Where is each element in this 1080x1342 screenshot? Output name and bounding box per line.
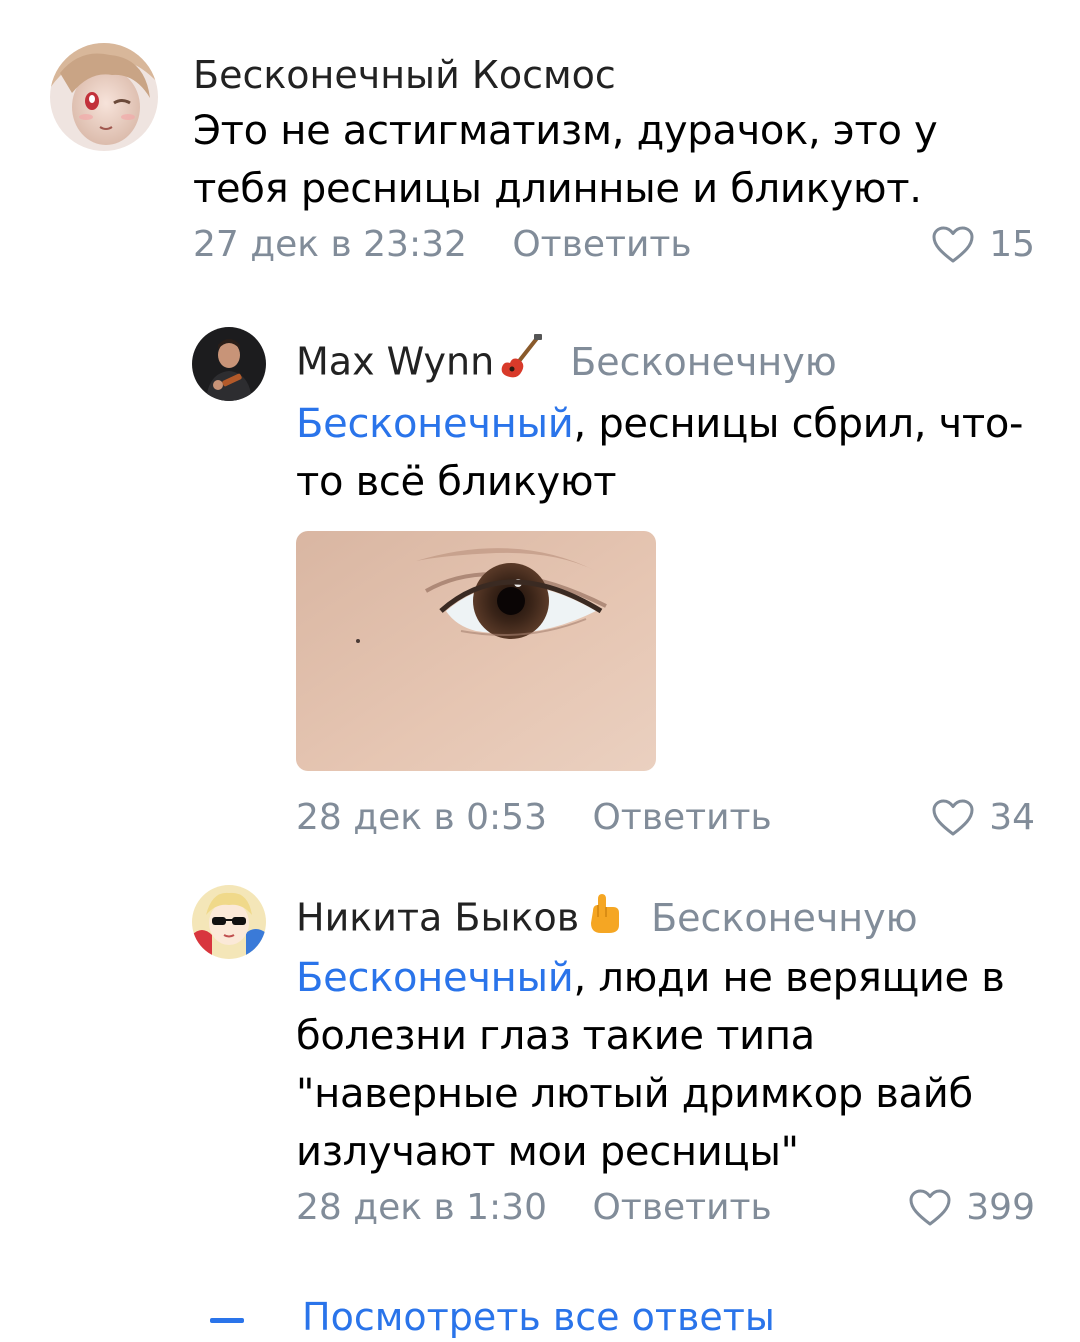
- comment-1-content: Бесконечный Космос Это не астигматизм, д…: [193, 50, 1035, 270]
- heart-icon: [909, 1189, 951, 1226]
- heart-icon: [932, 799, 974, 836]
- comment-author-line: Max Wynn Бесконечную: [296, 333, 1035, 395]
- like-button[interactable]: 34: [931, 793, 1035, 843]
- comment-date[interactable]: 27 дек в 23:32: [193, 224, 467, 265]
- call-me-hand-icon: [583, 891, 625, 949]
- comment-text: Это не астигматизм, дурачок, это у тебя …: [193, 102, 1035, 218]
- mention-link[interactable]: Бесконечный: [296, 955, 574, 1001]
- reply-button[interactable]: Ответить: [512, 224, 691, 265]
- collapse-dash-icon: [210, 1318, 244, 1323]
- reply-button[interactable]: Ответить: [592, 797, 771, 838]
- like-button[interactable]: 399: [908, 1183, 1035, 1233]
- attached-photo[interactable]: [296, 531, 656, 771]
- comment-text: Бесконечный, люди не верящие в болезни г…: [296, 949, 1035, 1181]
- comment-3-content: Никита Быков Бесконечную Бесконечный, лю…: [296, 891, 1035, 1233]
- reply-to-name[interactable]: Бесконечную: [651, 896, 918, 940]
- reply-to-name[interactable]: Бесконечную: [570, 340, 837, 384]
- like-count: 34: [989, 797, 1035, 838]
- comment-2-content: Max Wynn Бесконечную Бесконечный, ресниц…: [296, 333, 1035, 843]
- comment-date[interactable]: 28 дек в 0:53: [296, 797, 547, 838]
- avatar-2[interactable]: [192, 327, 266, 401]
- eye-photo-icon: [296, 531, 656, 771]
- guitar-icon: [498, 333, 544, 395]
- reply-button[interactable]: Ответить: [592, 1187, 771, 1228]
- like-button[interactable]: 15: [931, 220, 1035, 270]
- heart-icon: [932, 226, 974, 263]
- comment-meta: 27 дек в 23:32 Ответить 15: [193, 220, 1035, 270]
- like-count: 15: [989, 224, 1035, 265]
- comment-author-line: Никита Быков Бесконечную: [296, 891, 1035, 949]
- avatar-3[interactable]: [192, 885, 266, 959]
- comment-author[interactable]: Max Wynn: [296, 340, 494, 384]
- man-with-guitar-avatar-icon: [192, 327, 266, 401]
- comment-meta: 28 дек в 1:30 Ответить 399: [296, 1183, 1035, 1233]
- mention-link[interactable]: Бесконечный: [296, 401, 574, 447]
- comment-author[interactable]: Никита Быков: [296, 896, 579, 940]
- avatar-1[interactable]: [50, 43, 158, 151]
- comment-date[interactable]: 28 дек в 1:30: [296, 1187, 547, 1228]
- view-all-replies-link[interactable]: Посмотреть все ответы: [302, 1292, 775, 1342]
- anime-sunglasses-avatar-icon: [192, 885, 266, 959]
- like-count: 399: [966, 1187, 1035, 1228]
- comment-author[interactable]: Бесконечный Космос: [193, 53, 616, 97]
- comment-text: Бесконечный, ресницы сбрил, что-то всё б…: [296, 395, 1035, 511]
- comment-text-body: Это не астигматизм, дурачок, это у тебя …: [193, 108, 938, 212]
- anime-girl-avatar-icon: [50, 43, 158, 151]
- comment-meta: 28 дек в 0:53 Ответить 34: [296, 793, 1035, 843]
- comment-author-line: Бесконечный Космос: [193, 50, 1035, 100]
